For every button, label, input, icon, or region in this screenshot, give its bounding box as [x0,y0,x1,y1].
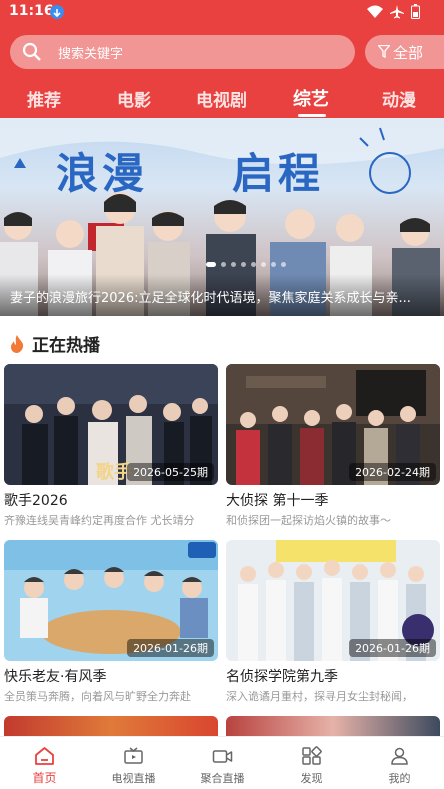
show-thumbnail: 歌手 2026-05-25期 [4,364,218,485]
airplane-icon [390,4,404,18]
carousel-dots [206,262,286,267]
episode-date-badge: 2026-05-25期 [127,463,214,481]
search-input[interactable]: 搜索关键字 [58,43,123,62]
carousel-dot [231,262,236,267]
show-card[interactable]: 2026-01-26期 快乐老友·有风季 全员策马奔腾，向着风与旷野全力奔赴 [4,540,218,704]
carousel-dot [206,262,216,267]
status-bar: 11:16 [0,0,444,26]
show-card-partial[interactable] [226,716,440,736]
carousel-dot [251,262,256,267]
show-thumbnail: 2026-01-26期 [4,540,218,661]
status-time: 11:16 [9,3,54,19]
tab-variety[interactable]: 综艺 [293,85,329,111]
tab-movie[interactable]: 电影 [117,86,151,111]
hot-section-title: 正在热播 [32,336,100,356]
tab-tv-series[interactable]: 电视剧 [196,86,247,111]
flame-icon [11,334,24,353]
tab-recommend[interactable]: 推荐 [27,86,61,111]
episode-date-badge: 2026-02-24期 [349,463,436,481]
banner-carousel[interactable]: 浪漫 启程 妻子的浪漫旅行2026:立足全球化时代语境，聚焦家庭关系成长与亲..… [0,118,444,316]
banner-caption: 妻子的浪漫旅行2026:立足全球化时代语境，聚焦家庭关系成长与亲... [10,291,411,306]
filter-all-label: 全部 [393,44,424,62]
nav-discover-label: 发现 [300,772,323,785]
search-icon [22,42,41,61]
nav-home[interactable]: 首页 [0,737,89,789]
battery-icon [411,4,420,19]
show-title: 快乐老友·有风季 [4,669,107,685]
active-tab-indicator [298,114,326,117]
search-bar[interactable]: 搜索关键字 [10,35,355,69]
show-thumbnail: 2026-01-26期 [226,540,440,661]
nav-profile-label: 我的 [388,772,411,785]
carousel-dot [271,262,276,267]
filter-all-button[interactable]: 全部 [365,35,444,69]
wifi-icon [367,5,383,18]
nav-tv-live-label: 电视直播 [111,772,156,785]
filter-icon [378,45,390,58]
home-icon [35,747,54,765]
show-card-partial[interactable] [4,716,218,736]
user-icon [391,747,408,765]
header: 11:16 搜索关键字 全部 推荐 电影 电视剧 综艺 动漫 [0,0,444,118]
discover-icon [302,746,322,765]
show-card[interactable]: 2026-01-26期 名侦探学院第九季 深入诡谲月重村，探寻月女尘封秘闻， [226,540,440,704]
carousel-dot [241,262,246,267]
hot-section-header: 正在热播 [10,331,100,356]
nav-tv-live[interactable]: 电视直播 [89,737,178,789]
category-tabs: 推荐 电影 电视剧 综艺 动漫 [0,84,444,118]
show-title: 大侦探 第十一季 [226,493,329,509]
bottom-navigation: 首页 电视直播 聚合直播 发现 我的 [0,736,444,789]
nav-home-label: 首页 [32,771,57,785]
show-description: 齐豫连线吴青峰约定再度合作 尤长靖分 [4,514,195,527]
show-thumbnail: 2026-02-24期 [226,364,440,485]
show-description: 全员策马奔腾，向着风与旷野全力奔赴 [4,690,191,703]
episode-date-badge: 2026-01-26期 [349,639,436,657]
nav-aggregate-live[interactable]: 聚合直播 [178,737,267,789]
show-description: 和侦探团一起探访焰火镇的故事～ [226,514,391,527]
tv-icon [124,747,143,764]
carousel-dot [261,262,266,267]
nav-discover[interactable]: 发现 [267,737,356,789]
nav-aggregate-live-label: 聚合直播 [200,772,245,785]
show-card[interactable]: 歌手 2026-05-25期 歌手2026 齐豫连线吴青峰约定再度合作 尤长靖分 [4,364,218,528]
show-title: 名侦探学院第九季 [226,669,338,685]
status-icons [367,4,420,19]
episode-date-badge: 2026-01-26期 [127,639,214,657]
tab-anime[interactable]: 动漫 [382,86,416,111]
download-icon [50,5,64,19]
carousel-dot [221,262,226,267]
show-title: 歌手2026 [4,493,68,509]
nav-profile[interactable]: 我的 [355,737,444,789]
video-camera-icon [212,750,233,763]
show-card[interactable]: 2026-02-24期 大侦探 第十一季 和侦探团一起探访焰火镇的故事～ [226,364,440,528]
carousel-dot [281,262,286,267]
show-description: 深入诡谲月重村，探寻月女尘封秘闻， [226,690,413,703]
